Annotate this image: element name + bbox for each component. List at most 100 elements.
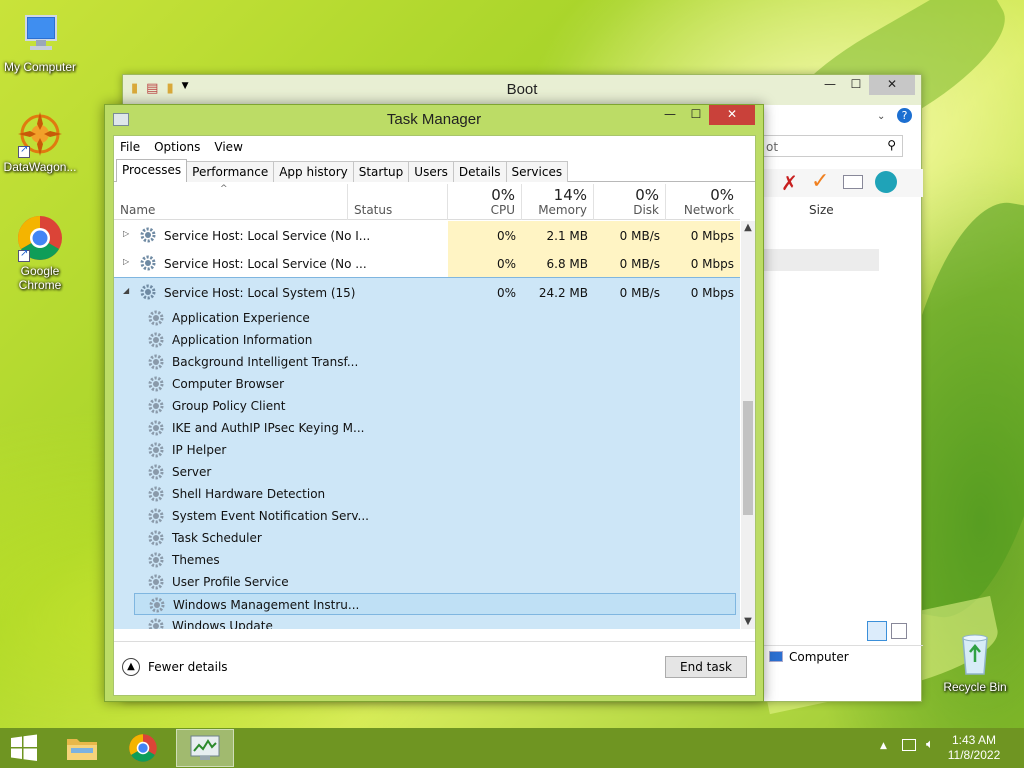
menu-file[interactable]: File: [120, 140, 140, 154]
service-row[interactable]: IKE and AuthIP IPsec Keying M...: [114, 417, 740, 439]
column-name[interactable]: ^ Name: [114, 184, 348, 220]
clock[interactable]: 1:43 AM 11/8/2022: [944, 733, 1004, 763]
process-disk: 0 MB/s: [619, 257, 660, 271]
process-memory: 2.1 MB: [546, 229, 588, 243]
desktop-icon-datawagon[interactable]: DataWagon...: [0, 110, 80, 174]
task-manager-window[interactable]: Task Manager — ☐ ✕ File Options View Pro…: [104, 104, 764, 702]
service-row[interactable]: Windows Update: [114, 615, 740, 629]
service-name: Server: [172, 465, 212, 479]
service-row[interactable]: Background Intelligent Transf...: [114, 351, 740, 373]
globe-icon[interactable]: [875, 171, 897, 193]
tab-services[interactable]: Services: [505, 161, 569, 182]
checkmark-icon[interactable]: ✓: [811, 169, 829, 194]
service-row[interactable]: Task Scheduler: [114, 527, 740, 549]
service-icon: [149, 597, 165, 613]
menu-view[interactable]: View: [214, 140, 242, 154]
service-row[interactable]: User Profile Service: [114, 571, 740, 593]
start-button[interactable]: [0, 729, 48, 767]
tab-startup[interactable]: Startup: [352, 161, 410, 182]
gear-icon: [148, 486, 164, 502]
network-icon[interactable]: [902, 739, 916, 751]
expand-arrow-icon[interactable]: ▷: [123, 229, 129, 238]
expand-arrow-icon[interactable]: ▷: [123, 257, 129, 266]
tab-app-history[interactable]: App history: [273, 161, 354, 182]
close-button[interactable]: ✕: [709, 105, 755, 125]
desktop-icon-recycle-bin[interactable]: Recycle Bin: [935, 630, 1015, 694]
search-input[interactable]: ot: [766, 140, 778, 154]
desktop-icon-label: DataWagon...: [3, 160, 77, 174]
rename-icon[interactable]: [843, 175, 863, 189]
gear-icon: [148, 420, 164, 436]
service-name: Background Intelligent Transf...: [172, 355, 359, 369]
process-memory: 24.2 MB: [538, 286, 588, 300]
service-icon: [148, 376, 164, 392]
tab-users[interactable]: Users: [408, 161, 454, 182]
service-icon: [148, 574, 164, 590]
service-row[interactable]: System Event Notification Serv...: [114, 505, 740, 527]
explorer-titlebar[interactable]: ▮ ▤ ▮ ▼ Boot — ☐ ✕: [123, 75, 921, 105]
taskbar-file-explorer[interactable]: [53, 729, 111, 767]
help-icon[interactable]: ?: [897, 108, 912, 123]
service-row[interactable]: Application Experience: [114, 307, 740, 329]
service-row[interactable]: Themes: [114, 549, 740, 571]
tab-processes[interactable]: Processes: [116, 159, 188, 182]
service-name: Themes: [172, 553, 220, 567]
show-hidden-icons-icon[interactable]: ▲: [880, 741, 887, 751]
process-row[interactable]: ◢ Service Host: Local System (15) 0% 24.2 M…: [114, 277, 740, 305]
end-task-button[interactable]: End task: [665, 656, 747, 678]
file-row[interactable]: [763, 249, 879, 271]
maximize-button[interactable]: ☐: [683, 105, 709, 125]
minimize-button[interactable]: —: [657, 105, 683, 125]
close-button[interactable]: ✕: [869, 75, 915, 95]
service-row[interactable]: Computer Browser: [114, 373, 740, 395]
column-status[interactable]: Status: [348, 184, 448, 220]
volume-icon[interactable]: 🔈︎: [926, 737, 934, 752]
process-network: 0 Mbps: [690, 257, 734, 271]
memory-total: 14%: [553, 186, 587, 204]
gear-icon: [148, 354, 164, 370]
scroll-up-icon[interactable]: ▲: [741, 221, 755, 235]
service-row[interactable]: Application Information: [114, 329, 740, 351]
column-cpu[interactable]: 0% CPU: [448, 184, 522, 220]
delete-icon[interactable]: ✗: [781, 171, 798, 195]
service-row[interactable]: Windows Management Instru...: [134, 593, 736, 615]
gear-icon: [148, 464, 164, 480]
desktop-icon-my-computer[interactable]: My Computer: [0, 10, 80, 74]
menu-options[interactable]: Options: [154, 140, 200, 154]
column-disk[interactable]: 0% Disk: [594, 184, 666, 220]
service-row[interactable]: Server: [114, 461, 740, 483]
taskbar-task-manager[interactable]: [176, 729, 234, 767]
scrollbar-thumb[interactable]: [743, 401, 753, 515]
column-network[interactable]: 0% Network: [666, 184, 740, 220]
column-header-row: ^ Name Status 0% CPU 14% Memory 0% Disk …: [114, 184, 740, 220]
large-icons-view-icon[interactable]: [891, 623, 907, 639]
service-row[interactable]: IP Helper: [114, 439, 740, 461]
scroll-down-icon[interactable]: ▼: [741, 615, 755, 629]
maximize-button[interactable]: ☐: [843, 75, 869, 95]
search-icon[interactable]: ⚲: [887, 138, 896, 152]
expand-ribbon-icon[interactable]: ⌄: [877, 111, 885, 122]
minimize-button[interactable]: —: [817, 75, 843, 95]
size-column-header[interactable]: Size: [809, 203, 834, 217]
service-name: Group Policy Client: [172, 399, 286, 413]
task-manager-titlebar[interactable]: Task Manager — ☐ ✕: [105, 105, 763, 135]
taskbar-chrome[interactable]: [114, 729, 172, 767]
vertical-scrollbar[interactable]: ▲ ▼: [741, 221, 755, 629]
service-icon: [148, 508, 164, 524]
collapse-arrow-icon[interactable]: ◢: [123, 286, 129, 295]
task-manager-content: File Options View Processes Performance …: [113, 135, 756, 696]
fewer-details-button[interactable]: ▲ Fewer details: [122, 658, 228, 676]
desktop-icon-google-chrome[interactable]: Google Chrome: [0, 214, 80, 292]
column-memory[interactable]: 14% Memory: [522, 184, 594, 220]
computer-icon: [769, 651, 783, 662]
process-name: Service Host: Local Service (No ...: [164, 257, 367, 271]
tab-details[interactable]: Details: [452, 161, 507, 182]
process-row[interactable]: ▷ Service Host: Local Service (No ... 0% 6.…: [114, 249, 740, 277]
service-row[interactable]: Group Policy Client: [114, 395, 740, 417]
gear-icon: [140, 255, 156, 271]
process-row[interactable]: ▷ Service Host: Local Service (No I... 0% 2…: [114, 221, 740, 249]
service-row[interactable]: Shell Hardware Detection: [114, 483, 740, 505]
details-view-icon[interactable]: [867, 621, 887, 641]
tab-performance[interactable]: Performance: [186, 161, 275, 182]
search-box[interactable]: ot ⚲: [763, 135, 903, 157]
